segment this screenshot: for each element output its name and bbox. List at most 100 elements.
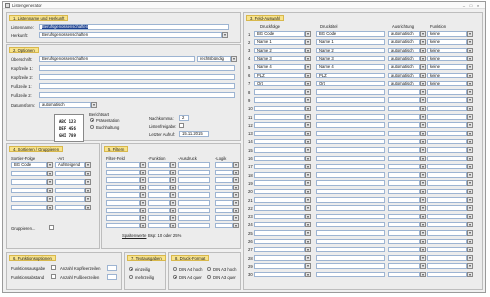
feld-row-druckfolge-select[interactable]: [254, 105, 305, 112]
feld-row-druckfolge-select-dropdown-icon[interactable]: ▾: [305, 163, 311, 170]
feld-row-funktion-select-dropdown-icon[interactable]: ▾: [467, 130, 473, 137]
feld-row-drucktitel-input[interactable]: Ort: [316, 80, 385, 87]
feld-row-funktion-select-dropdown-icon[interactable]: ▾: [467, 147, 473, 153]
filter-logik-select-dropdown-icon[interactable]: ▾: [233, 207, 239, 214]
filter-logik-select[interactable]: [215, 215, 233, 221]
sortier-feld-select-dropdown-icon[interactable]: ▾: [47, 179, 53, 185]
feld-row-funktion-select-dropdown-icon[interactable]: ▾: [467, 64, 473, 70]
feld-row-drucktitel-input[interactable]: [316, 221, 385, 228]
feld-row-funktion-select-dropdown-icon[interactable]: ▾: [467, 72, 473, 78]
filter-feld-select[interactable]: [106, 177, 140, 183]
filter-funktion-select-dropdown-icon[interactable]: ▾: [170, 215, 176, 221]
feld-row-druckfolge-select-dropdown-icon[interactable]: ▾: [305, 263, 311, 269]
filter-feld-select-dropdown-icon[interactable]: ▾: [140, 200, 146, 206]
feld-row-ausrichtung-select-dropdown-icon[interactable]: ▾: [420, 263, 426, 269]
feld-row-ausrichtung-select[interactable]: [388, 105, 420, 112]
sortier-art-select-dropdown-icon[interactable]: ▾: [85, 162, 91, 168]
feld-row-funktion-select[interactable]: [427, 238, 467, 244]
feld-row-ausrichtung-select[interactable]: automatisch: [388, 72, 420, 78]
feld-row-funktion-select[interactable]: [427, 163, 467, 170]
filter-logik-select-dropdown-icon[interactable]: ▾: [233, 162, 239, 168]
feld-row-druckfolge-select[interactable]: [254, 188, 305, 195]
feld-row-druckfolge-select[interactable]: [254, 122, 305, 128]
feld-row-ausrichtung-select-dropdown-icon[interactable]: ▾: [420, 255, 426, 261]
feld-row-druckfolge-select-dropdown-icon[interactable]: ▾: [305, 147, 311, 153]
feld-row-druckfolge-select[interactable]: Name 2: [254, 47, 305, 54]
filter-funktion-select-dropdown-icon[interactable]: ▾: [170, 192, 176, 198]
feld-row-drucktitel-input[interactable]: Name 3: [316, 55, 385, 62]
filter-logik-select[interactable]: [215, 192, 233, 198]
feld-row-druckfolge-select[interactable]: [254, 138, 305, 145]
feld-row-druckfolge-select-dropdown-icon[interactable]: ▾: [305, 80, 311, 87]
feld-row-funktion-select[interactable]: [427, 155, 467, 161]
feld-row-drucktitel-input[interactable]: [316, 105, 385, 112]
feld-row-druckfolge-select[interactable]: [254, 97, 305, 103]
feld-row-druckfolge-select[interactable]: [254, 180, 305, 186]
kopfzeile2-input[interactable]: [39, 74, 235, 80]
feld-row-ausrichtung-select[interactable]: [388, 246, 420, 253]
feld-row-druckfolge-select[interactable]: [254, 172, 305, 178]
filter-funktion-select-dropdown-icon[interactable]: ▾: [170, 177, 176, 183]
filter-logik-select[interactable]: [215, 162, 233, 168]
sortier-art-select-dropdown-icon[interactable]: ▾: [85, 204, 91, 210]
sortier-feld-select-dropdown-icon[interactable]: ▾: [47, 204, 53, 210]
feld-row-ausrichtung-select[interactable]: [388, 188, 420, 195]
feld-row-druckfolge-select-dropdown-icon[interactable]: ▾: [305, 55, 311, 62]
feld-row-ausrichtung-select-dropdown-icon[interactable]: ▾: [420, 163, 426, 170]
feld-row-funktion-select[interactable]: [427, 97, 467, 103]
feld-row-druckfolge-select[interactable]: [254, 221, 305, 228]
feld-row-ausrichtung-select[interactable]: [388, 147, 420, 153]
filter-funktion-select[interactable]: [148, 184, 170, 191]
feld-row-funktion-select[interactable]: [427, 221, 467, 228]
praesentation-radio[interactable]: [90, 118, 94, 122]
feld-row-funktion-select[interactable]: [427, 105, 467, 112]
feld-row-druckfolge-select-dropdown-icon[interactable]: ▾: [305, 197, 311, 203]
feld-row-drucktitel-input[interactable]: [316, 205, 385, 211]
close-icon[interactable]: ×: [475, 3, 481, 8]
filter-ausdruck-input[interactable]: [178, 169, 210, 176]
feld-row-druckfolge-select[interactable]: PLZ: [254, 72, 305, 78]
feld-row-druckfolge-select-dropdown-icon[interactable]: ▾: [305, 238, 311, 244]
feld-row-druckfolge-select-dropdown-icon[interactable]: ▾: [305, 114, 311, 120]
fusszeile2-input[interactable]: [39, 92, 235, 98]
feld-row-funktion-select[interactable]: [427, 130, 467, 137]
feld-row-ausrichtung-select-dropdown-icon[interactable]: ▾: [420, 221, 426, 228]
filter-funktion-select[interactable]: [148, 222, 170, 229]
sortier-art-select[interactable]: [55, 170, 85, 176]
feld-row-funktion-select-dropdown-icon[interactable]: ▾: [467, 197, 473, 203]
filter-logik-select[interactable]: [215, 169, 233, 176]
feld-row-druckfolge-select-dropdown-icon[interactable]: ▾: [305, 138, 311, 145]
filter-feld-select-dropdown-icon[interactable]: ▾: [140, 184, 146, 191]
feld-row-funktion-select-dropdown-icon[interactable]: ▾: [467, 155, 473, 161]
feld-row-funktion-select[interactable]: [427, 255, 467, 261]
feld-row-drucktitel-input[interactable]: Name 2: [316, 47, 385, 54]
feld-row-funktion-select-dropdown-icon[interactable]: ▾: [467, 55, 473, 62]
feld-row-funktion-select[interactable]: [427, 188, 467, 195]
sortier-art-select[interactable]: [55, 179, 85, 185]
feld-row-funktion-select-dropdown-icon[interactable]: ▾: [467, 172, 473, 178]
feld-row-ausrichtung-select[interactable]: [388, 114, 420, 120]
filter-funktion-select-dropdown-icon[interactable]: ▾: [170, 207, 176, 214]
feld-row-ausrichtung-select-dropdown-icon[interactable]: ▾: [420, 47, 426, 54]
filter-funktion-select[interactable]: [148, 215, 170, 221]
filter-funktion-select-dropdown-icon[interactable]: ▾: [170, 162, 176, 168]
a4-hoch-radio[interactable]: [173, 267, 177, 271]
feld-row-druckfolge-select-dropdown-icon[interactable]: ▾: [305, 213, 311, 220]
feld-row-drucktitel-input[interactable]: [316, 147, 385, 153]
sortier-feld-select[interactable]: [11, 204, 47, 210]
feld-row-ausrichtung-select[interactable]: [388, 155, 420, 161]
sortier-feld-select[interactable]: [11, 196, 47, 202]
feld-row-funktion-select[interactable]: [427, 89, 467, 95]
feld-row-druckfolge-select[interactable]: [254, 271, 305, 278]
a3-quer-radio[interactable]: [207, 275, 211, 279]
mehrzeilig-radio[interactable]: [129, 275, 133, 279]
feld-row-ausrichtung-select[interactable]: [388, 238, 420, 244]
filter-feld-select[interactable]: [106, 200, 140, 206]
filter-logik-select[interactable]: [215, 222, 233, 229]
feld-row-funktion-select-dropdown-icon[interactable]: ▾: [467, 221, 473, 228]
feld-row-drucktitel-input[interactable]: [316, 213, 385, 220]
filter-feld-select[interactable]: [106, 169, 140, 176]
filter-funktion-select-dropdown-icon[interactable]: ▾: [170, 169, 176, 176]
kopfzeile1-input[interactable]: [39, 65, 235, 71]
datumsform-dropdown-icon[interactable]: ▾: [91, 102, 97, 108]
